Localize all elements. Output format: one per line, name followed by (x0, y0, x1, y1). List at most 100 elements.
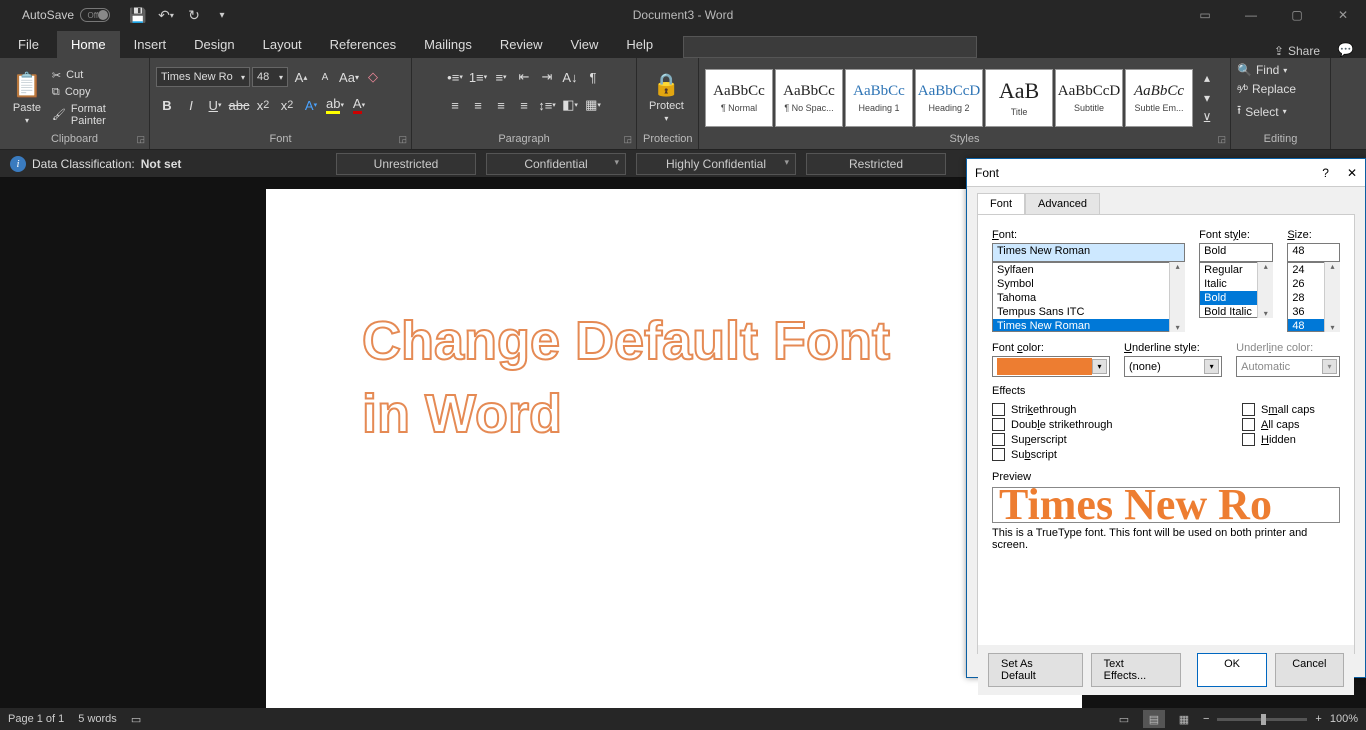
strike-button[interactable]: abc (228, 94, 250, 116)
styles-more-icon[interactable]: ⊻ (1197, 108, 1217, 128)
zoom-in-button[interactable]: + (1315, 713, 1321, 725)
tab-references[interactable]: References (316, 31, 410, 58)
styles-launcher-icon[interactable]: ◲ (1217, 134, 1226, 145)
comments-icon[interactable]: 💬 (1338, 42, 1354, 58)
align-left-icon[interactable]: ≡ (444, 94, 466, 116)
subscript-button[interactable]: x2 (252, 94, 274, 116)
numbering-icon[interactable]: 1≡▾ (467, 66, 489, 88)
class-highly-confidential[interactable]: Highly Confidential (636, 153, 796, 175)
font-size-combo[interactable]: 48▾ (252, 67, 288, 87)
zoom-out-button[interactable]: − (1203, 713, 1209, 725)
font-size-input[interactable]: 48 (1287, 243, 1340, 262)
paste-button[interactable]: 📋 Paste ▾ (6, 69, 48, 127)
protect-button[interactable]: 🔒Protect▾ (643, 70, 690, 125)
size-list-scrollbar[interactable]: ▴▾ (1324, 262, 1340, 332)
font-name-list[interactable]: SylfaenSymbolTahomaTempus Sans ITCTimes … (992, 262, 1185, 332)
chk-double-strike[interactable]: Double strikethrough (992, 418, 1242, 431)
undo-icon[interactable]: ↶▾ (154, 3, 178, 27)
tab-view[interactable]: View (556, 31, 612, 58)
superscript-button[interactable]: x2 (276, 94, 298, 116)
clear-format-icon[interactable]: ◇ (362, 66, 384, 88)
style-title[interactable]: AaBTitle (985, 69, 1053, 127)
tab-design[interactable]: Design (180, 31, 248, 58)
tab-review[interactable]: Review (486, 31, 557, 58)
bold-button[interactable]: B (156, 94, 178, 116)
dialog-help-button[interactable]: ? (1322, 166, 1329, 180)
indent-inc-icon[interactable]: ⇥ (536, 66, 558, 88)
align-center-icon[interactable]: ≡ (467, 94, 489, 116)
font-option[interactable]: Tahoma (993, 291, 1184, 305)
dialog-tab-font[interactable]: Font (977, 193, 1025, 214)
font-option[interactable]: Times New Roman (993, 319, 1184, 332)
select-button[interactable]: ⭱Select▾ (1237, 100, 1287, 123)
font-style-input[interactable]: Bold (1199, 243, 1273, 262)
borders-icon[interactable]: ▦▾ (582, 94, 604, 116)
find-button[interactable]: 🔍Find▾ (1237, 62, 1287, 78)
font-option[interactable]: Sylfaen (993, 263, 1184, 277)
chk-subscript[interactable]: Subscript (992, 448, 1242, 461)
bullets-icon[interactable]: •≡▾ (444, 66, 466, 88)
underline-style-dropdown[interactable]: (none)▾ (1124, 356, 1222, 377)
font-color-icon[interactable]: A▾ (348, 94, 370, 116)
tell-me-search[interactable] (683, 36, 977, 58)
font-option[interactable]: Symbol (993, 277, 1184, 291)
maximize-button[interactable]: ▢ (1274, 0, 1320, 30)
line-spacing-icon[interactable]: ↕≡▾ (536, 94, 558, 116)
status-proof-icon[interactable]: ▭ (131, 713, 141, 726)
view-read-icon[interactable]: ▭ (1113, 710, 1135, 728)
set-default-button[interactable]: Set As Default (988, 653, 1083, 687)
view-print-icon[interactable]: ▤ (1143, 710, 1165, 728)
font-list-scrollbar[interactable]: ▴▾ (1169, 262, 1185, 332)
dialog-tab-advanced[interactable]: Advanced (1025, 193, 1100, 214)
chk-hidden[interactable]: Hidden (1242, 433, 1315, 446)
replace-button[interactable]: ᵃ⁄ᵇReplace (1237, 81, 1296, 97)
highlight-icon[interactable]: ab▾ (324, 94, 346, 116)
close-button[interactable]: ✕ (1320, 0, 1366, 30)
font-name-input[interactable]: Times New Roman (992, 243, 1185, 262)
change-case-icon[interactable]: Aa▾ (338, 66, 360, 88)
class-confidential[interactable]: Confidential (486, 153, 626, 175)
share-button[interactable]: ⇪Share (1274, 44, 1320, 58)
class-restricted[interactable]: Restricted (806, 153, 946, 175)
font-name-combo[interactable]: Times New Ro▾ (156, 67, 250, 87)
chk-all-caps[interactable]: All caps (1242, 418, 1315, 431)
show-marks-icon[interactable]: ¶ (582, 66, 604, 88)
tab-file[interactable]: File (0, 31, 57, 58)
redo-icon[interactable]: ↻ (182, 3, 206, 27)
font-color-dropdown[interactable]: ▾ (992, 356, 1110, 377)
status-page[interactable]: Page 1 of 1 (8, 713, 64, 725)
underline-button[interactable]: U▾ (204, 94, 226, 116)
cancel-button[interactable]: Cancel (1275, 653, 1344, 687)
status-words[interactable]: 5 words (78, 713, 117, 725)
text-effects-icon[interactable]: A▾ (300, 94, 322, 116)
styles-down-icon[interactable]: ▾ (1197, 88, 1217, 108)
clipboard-launcher-icon[interactable]: ◲ (136, 134, 145, 145)
view-web-icon[interactable]: ▦ (1173, 710, 1195, 728)
text-effects-button[interactable]: Text Effects... (1091, 653, 1182, 687)
chk-superscript[interactable]: Superscript (992, 433, 1242, 446)
font-launcher-icon[interactable]: ◲ (398, 134, 407, 145)
tab-mailings[interactable]: Mailings (410, 31, 486, 58)
document-page[interactable]: Change Default Font in Word (266, 189, 1082, 708)
styles-up-icon[interactable]: ▴ (1197, 68, 1217, 88)
grow-font-icon[interactable]: A▴ (290, 66, 312, 88)
style-heading1[interactable]: AaBbCcHeading 1 (845, 69, 913, 127)
justify-icon[interactable]: ≡ (513, 94, 535, 116)
style-subtitle[interactable]: AaBbCcDSubtitle (1055, 69, 1123, 127)
shrink-font-icon[interactable]: A (314, 66, 336, 88)
zoom-level[interactable]: 100% (1330, 713, 1358, 725)
class-unrestricted[interactable]: Unrestricted (336, 153, 476, 175)
cut-button[interactable]: ✂ Cut (52, 69, 143, 82)
style-nospac[interactable]: AaBbCc¶ No Spac... (775, 69, 843, 127)
style-heading2[interactable]: AaBbCcDHeading 2 (915, 69, 983, 127)
tab-layout[interactable]: Layout (249, 31, 316, 58)
shading-icon[interactable]: ◧▾ (559, 94, 581, 116)
tab-insert[interactable]: Insert (120, 31, 181, 58)
paragraph-launcher-icon[interactable]: ◲ (623, 134, 632, 145)
dialog-close-button[interactable]: ✕ (1347, 166, 1357, 180)
chk-strikethrough[interactable]: Strikethrough (992, 403, 1242, 416)
zoom-slider[interactable] (1217, 718, 1307, 721)
multilevel-icon[interactable]: ≡▾ (490, 66, 512, 88)
align-right-icon[interactable]: ≡ (490, 94, 512, 116)
copy-button[interactable]: ⧉ Copy (52, 86, 143, 99)
